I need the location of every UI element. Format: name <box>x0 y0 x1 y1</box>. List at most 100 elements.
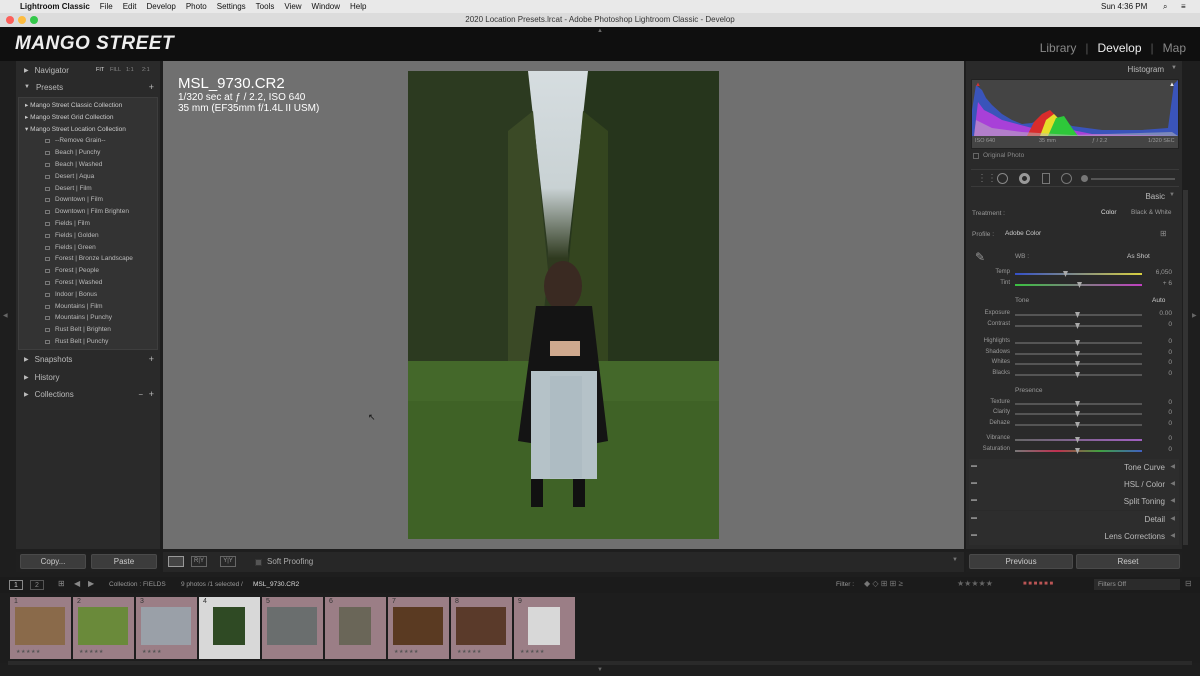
slider-value[interactable]: + 6 <box>1148 280 1172 287</box>
filmstrip-thumbnail[interactable]: 5 <box>262 597 323 659</box>
preset-item[interactable]: Fields | Film <box>19 218 157 230</box>
menu-help[interactable]: Help <box>345 2 371 11</box>
add-preset-icon[interactable]: + <box>149 82 154 92</box>
profile-browser-icon[interactable]: ⊞ <box>1160 229 1167 238</box>
menu-view[interactable]: View <box>279 2 306 11</box>
section-toggle-icon[interactable]: ▬ <box>971 515 977 521</box>
preset-item[interactable]: Forest | People <box>19 265 157 277</box>
presets-header[interactable]: ▼ Presets + <box>16 79 160 95</box>
menu-window[interactable]: Window <box>307 2 345 11</box>
close-window-button[interactable] <box>6 16 14 24</box>
filmstrip-thumbnail[interactable]: 2 ★★★★★ <box>73 597 134 659</box>
preset-item[interactable]: Fields | Green <box>19 242 157 254</box>
original-photo-checkbox[interactable] <box>973 153 979 159</box>
slider-value[interactable]: 0.00 <box>1148 310 1172 317</box>
flag-filter-icons[interactable]: ◆ ◇ ⊞ ⊞ ≥ <box>864 579 903 588</box>
radial-filter-icon[interactable] <box>1061 173 1072 184</box>
module-library[interactable]: Library <box>1040 41 1077 55</box>
menu-develop[interactable]: Develop <box>141 2 180 11</box>
histogram-label[interactable]: Histogram <box>1128 65 1164 74</box>
filmstrip-thumbnail[interactable]: 3 ★★★★ <box>136 597 197 659</box>
section-toggle-icon[interactable]: ▬ <box>971 532 977 538</box>
collapse-bottom-panel-icon[interactable]: ▼ <box>597 667 603 673</box>
slider-value[interactable]: 0 <box>1148 349 1172 356</box>
adjustment-brush-icon[interactable] <box>1081 175 1088 182</box>
loupe-view-icon[interactable] <box>168 556 184 567</box>
nav-zoom-1-1[interactable]: 1:1 <box>126 67 134 73</box>
minimize-window-button[interactable] <box>18 16 26 24</box>
preset-item[interactable]: Rust Belt | Brighten <box>19 324 157 336</box>
preset-item[interactable]: Fields | Golden <box>19 230 157 242</box>
slider-value[interactable]: 6,050 <box>1148 269 1172 276</box>
zoom-window-button[interactable] <box>30 16 38 24</box>
collapse-left-panel-icon[interactable]: ◀ <box>3 312 8 319</box>
collapse-right-panel-icon[interactable]: ▶ <box>1192 312 1197 319</box>
section-toggle-icon[interactable]: ▬ <box>971 463 977 469</box>
nav-zoom-fit[interactable]: FIT <box>96 67 104 73</box>
add-snapshot-icon[interactable]: + <box>149 354 154 364</box>
filmstrip-thumbnail[interactable]: 9 ★★★★★ <box>514 597 575 659</box>
color-label-filter[interactable]: ■ ■ ■ ■ ■ ■ <box>1023 581 1053 587</box>
remove-collection-icon[interactable]: − <box>138 390 143 399</box>
brush-size-slider[interactable] <box>1091 178 1175 180</box>
clipping-highlight-indicator[interactable]: ▲ <box>1169 82 1175 88</box>
previous-button[interactable]: Previous <box>969 554 1073 569</box>
slider-value[interactable]: 0 <box>1148 338 1172 345</box>
clipping-shadow-indicator[interactable]: ▲ <box>975 82 981 88</box>
navigator-header[interactable]: ▶ Navigator FIT FILL 1:1 2:1 <box>16 62 160 78</box>
menu-edit[interactable]: Edit <box>118 2 142 11</box>
preset-item[interactable]: Forest | Washed <box>19 277 157 289</box>
treatment-color[interactable]: Color <box>1101 209 1117 216</box>
history-header[interactable]: ▶ History <box>16 369 160 385</box>
preset-item[interactable]: Mountains | Punchy <box>19 312 157 324</box>
module-map[interactable]: Map <box>1163 41 1186 55</box>
menu-list-icon[interactable]: ≡ <box>1176 2 1191 11</box>
menu-photo[interactable]: Photo <box>181 2 212 11</box>
right-scrollbar[interactable] <box>1183 190 1188 545</box>
menu-file[interactable]: File <box>95 2 118 11</box>
filmstrip-thumbnail[interactable]: 6 <box>325 597 386 659</box>
slider-value[interactable]: 0 <box>1148 435 1172 442</box>
paste-button[interactable]: Paste <box>91 554 157 569</box>
monitor-1-button[interactable]: 1 <box>9 580 23 590</box>
panel-section-header[interactable]: ▬ HSL / Color ◀ <box>969 476 1179 493</box>
copy-button[interactable]: Copy... <box>20 554 86 569</box>
menu-settings[interactable]: Settings <box>212 2 251 11</box>
main-photo[interactable] <box>408 71 719 539</box>
grid-view-icon[interactable]: ⊞ <box>58 579 65 588</box>
section-toggle-icon[interactable]: ▬ <box>971 497 977 503</box>
preset-item[interactable]: Indoor | Bonus <box>19 289 157 301</box>
filmstrip-thumbnail[interactable]: 7 ★★★★★ <box>388 597 449 659</box>
spot-removal-tool-icon[interactable] <box>997 173 1008 184</box>
slider-value[interactable]: 0 <box>1148 420 1172 427</box>
reset-button[interactable]: Reset <box>1076 554 1180 569</box>
preset-group[interactable]: ▸ Mango Street Classic Collection <box>19 100 157 112</box>
filmstrip-thumbnail[interactable]: 8 ★★★★★ <box>451 597 512 659</box>
toolbar-menu-icon[interactable]: ▼ <box>952 557 958 563</box>
collections-header[interactable]: ▶ Collections − + <box>16 386 160 402</box>
preset-item[interactable]: Downtown | Film <box>19 194 157 206</box>
section-toggle-icon[interactable]: ▬ <box>971 480 977 486</box>
preset-item[interactable]: Desert | Film <box>19 183 157 195</box>
slider-value[interactable]: 0 <box>1148 409 1172 416</box>
histogram[interactable]: ▲ ▲ ISO 640 35 mm ƒ / 2.2 1/320 SEC <box>971 79 1179 149</box>
module-develop[interactable]: Develop <box>1098 41 1142 55</box>
panel-section-header[interactable]: ▬ Lens Corrections ◀ <box>969 528 1179 545</box>
white-balance-picker-icon[interactable]: ✎ <box>975 250 985 264</box>
filter-lock-icon[interactable]: ⊟ <box>1185 579 1192 588</box>
red-eye-tool-icon[interactable] <box>1019 173 1030 184</box>
selected-filename[interactable]: MSL_9730.CR2 <box>253 581 299 588</box>
preset-item[interactable]: --Remove Grain-- <box>19 135 157 147</box>
filmstrip-thumbnail[interactable]: 4 <box>199 597 260 659</box>
preset-item[interactable]: Beach | Punchy <box>19 147 157 159</box>
preset-group[interactable]: ▾ Mango Street Location Collection <box>19 124 157 136</box>
forward-arrow-icon[interactable]: ▶ <box>88 579 94 588</box>
filmstrip-scrollbar[interactable] <box>8 661 1192 665</box>
before-after-icon[interactable]: R|Y <box>191 556 207 567</box>
crop-tool-icon[interactable]: ⋮⋮ <box>977 173 997 184</box>
collapse-top-panel-icon[interactable]: ▲ <box>597 28 603 34</box>
wb-dropdown[interactable]: As Shot <box>1127 253 1150 260</box>
menubar-clock[interactable]: Sun 4:36 PM <box>1096 2 1152 11</box>
preset-item[interactable]: Beach | Washed <box>19 159 157 171</box>
preset-group[interactable]: ▸ Mango Street Grid Collection <box>19 112 157 124</box>
